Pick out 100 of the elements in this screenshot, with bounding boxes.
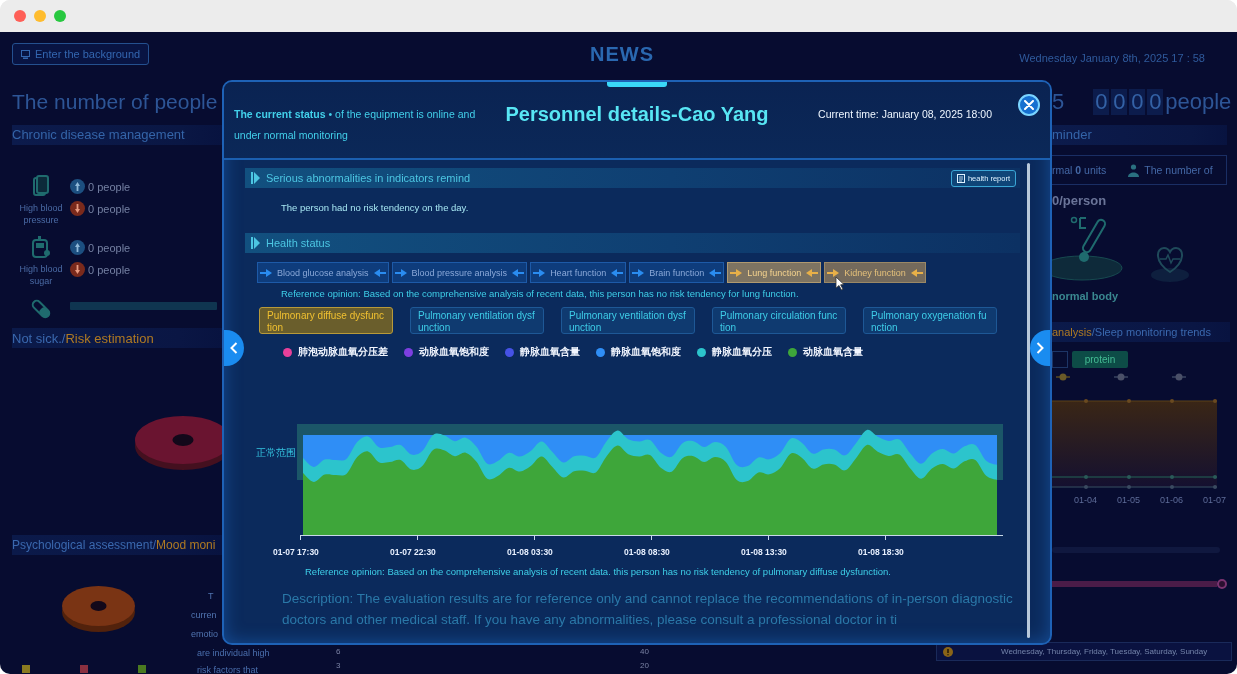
count-text: 0 people bbox=[88, 263, 131, 276]
count-digit: 0 bbox=[1111, 89, 1128, 115]
function-tab[interactable]: Lung function bbox=[727, 262, 822, 283]
axis-label: 01-07 22:30 bbox=[390, 547, 436, 557]
warning-icon bbox=[943, 646, 953, 657]
section-tab[interactable]: Mood moni bbox=[156, 538, 216, 552]
count-text: 0 people bbox=[88, 202, 131, 215]
thermometer-icon bbox=[1052, 214, 1123, 282]
indicator-label: High blood pressure bbox=[18, 202, 64, 226]
heart-monitor-icon bbox=[1150, 244, 1190, 282]
count-digit: 0 bbox=[1129, 89, 1146, 115]
headline: The number of people bbox=[12, 89, 218, 115]
axis-label: 20 bbox=[640, 660, 649, 672]
stat-text: rmal 0 units bbox=[1052, 164, 1107, 176]
stat-text: The number of bbox=[1144, 164, 1213, 176]
scrollbar[interactable] bbox=[1027, 163, 1030, 638]
axis-label: 01-08 18:30 bbox=[858, 547, 904, 557]
previous-button[interactable] bbox=[224, 330, 244, 366]
glucose-meter-icon bbox=[32, 236, 50, 258]
enter-background-button[interactable]: Enter the background bbox=[12, 43, 150, 65]
left-arrow-icon bbox=[373, 268, 386, 277]
axis-label: 01-05 bbox=[1116, 495, 1141, 505]
legend-label: 动脉血氧饱和度 bbox=[419, 345, 489, 359]
input-field[interactable] bbox=[1052, 351, 1068, 368]
legend-label: 动脉血氧含量 bbox=[803, 345, 863, 359]
right-arrow-icon bbox=[394, 268, 407, 277]
condition-tab[interactable]: Pulmonary diffuse dysfunction bbox=[259, 307, 393, 334]
panel-text: risk factors that bbox=[197, 664, 259, 674]
panel-text: emotio bbox=[191, 628, 218, 641]
axis-label: 01-08 08:30 bbox=[624, 547, 670, 557]
left-arrow-icon bbox=[806, 268, 819, 277]
legend-label: 静脉血氧含量 bbox=[520, 345, 580, 359]
left-arrow-icon bbox=[910, 268, 923, 277]
tab-separator: / bbox=[1091, 326, 1095, 338]
body-status: normal body bbox=[1052, 290, 1118, 302]
section-tab[interactable]: Sleep monitoring trends bbox=[1094, 326, 1211, 338]
window-close-button[interactable] bbox=[14, 10, 26, 22]
pill-icon bbox=[31, 298, 51, 320]
right-arrow-icon bbox=[632, 268, 645, 277]
weekday-text: Wednesday, Thursday, Friday, Tuesday, Saturday, Sunday bbox=[1001, 647, 1208, 656]
tab-separator: / bbox=[61, 330, 66, 346]
document-icon bbox=[956, 173, 965, 183]
count-unit: people bbox=[1165, 89, 1232, 115]
cursor-icon bbox=[835, 276, 846, 291]
axis-label: 01-08 03:30 bbox=[507, 547, 553, 557]
alert-message: The person had no risk tendency on the day. bbox=[280, 201, 470, 215]
close-button[interactable] bbox=[1018, 94, 1040, 116]
count-text: 0 people bbox=[88, 241, 131, 254]
section-tab[interactable]: Not sick. bbox=[12, 330, 62, 346]
person-icon bbox=[1128, 163, 1140, 177]
panel-text: are individual high bbox=[197, 647, 270, 660]
left-arrow-icon bbox=[512, 268, 525, 277]
count-digit: 0 bbox=[1147, 89, 1164, 115]
section-tab[interactable]: Psychological assessment bbox=[12, 538, 153, 552]
status-text: The current status • of the equipment is online and under normal monitoring bbox=[234, 107, 477, 143]
section-tab[interactable]: analysis bbox=[1052, 326, 1092, 338]
axis-label: 01-04 bbox=[1073, 495, 1098, 505]
panel-text: curren bbox=[191, 609, 217, 622]
legend-swatch-icon bbox=[22, 665, 30, 673]
window-minimize-button[interactable] bbox=[34, 10, 46, 22]
chevron-left-icon bbox=[230, 342, 238, 354]
left-arrow-icon bbox=[611, 268, 624, 277]
right-arrow-icon bbox=[827, 268, 840, 277]
reference-opinion: Reference opinion: Based on the comprehensive analysis of recent data, this person has no risk tendency for lung function. bbox=[280, 287, 800, 301]
down-arrow-badge-icon bbox=[70, 201, 85, 216]
function-tab[interactable]: Blood glucose analysis bbox=[257, 262, 389, 283]
legend-marker-icon bbox=[1114, 373, 1128, 381]
axis-label: 6 bbox=[336, 646, 341, 658]
right-arrow-icon bbox=[260, 268, 272, 277]
close-icon bbox=[1024, 100, 1034, 110]
window-zoom-button[interactable] bbox=[54, 10, 66, 22]
tab-separator: / bbox=[152, 538, 157, 552]
legend-swatch-icon bbox=[138, 665, 146, 673]
reference-opinion: Reference opinion: Based on the comprehensive analysis of recent data. this person has no risk tendency of pulmonary diffuse dysfunction. bbox=[304, 565, 892, 579]
section-title: Serious abnormalities in indicators remind bbox=[266, 172, 471, 184]
next-button[interactable] bbox=[1030, 330, 1050, 366]
left-arrow-icon bbox=[709, 268, 722, 277]
clipboard-icon bbox=[33, 175, 49, 197]
axis-label: 40 bbox=[640, 646, 649, 658]
protein-button[interactable]: protein bbox=[1072, 351, 1128, 368]
section-tab[interactable]: Risk estimation bbox=[65, 330, 154, 346]
up-arrow-badge-icon bbox=[70, 179, 85, 194]
axis-label: 01-07 17:30 bbox=[273, 547, 319, 557]
right-arrow-icon bbox=[730, 268, 743, 277]
date-time: Wednesday January 8th, 2025 17 : 58 bbox=[1019, 52, 1205, 64]
dialog-title: Personnel details-Cao Yang bbox=[505, 102, 769, 127]
down-arrow-badge-icon bbox=[70, 262, 85, 277]
panel-heading: T bbox=[208, 590, 214, 603]
axis-label: 01-08 13:30 bbox=[741, 547, 787, 557]
condition-tab[interactable]: Pulmonary oxygenation function bbox=[863, 307, 997, 334]
function-tab[interactable]: Heart function bbox=[530, 262, 627, 283]
function-tab[interactable]: Brain function bbox=[629, 262, 725, 283]
section-title: Chronic disease management bbox=[12, 125, 222, 145]
condition-tab[interactable]: Pulmonary ventilation dysfunction bbox=[410, 307, 544, 334]
function-tab[interactable]: Blood pressure analysis bbox=[391, 262, 528, 283]
condition-tab[interactable]: Pulmonary ventilation dysfunction bbox=[561, 307, 695, 334]
condition-tab[interactable]: Pulmonary circulation function bbox=[712, 307, 846, 334]
legend-label: 静脉血氧分压 bbox=[712, 345, 772, 359]
axis-label: 3 bbox=[336, 660, 341, 672]
legend-label: 静脉血氧饱和度 bbox=[611, 345, 681, 359]
